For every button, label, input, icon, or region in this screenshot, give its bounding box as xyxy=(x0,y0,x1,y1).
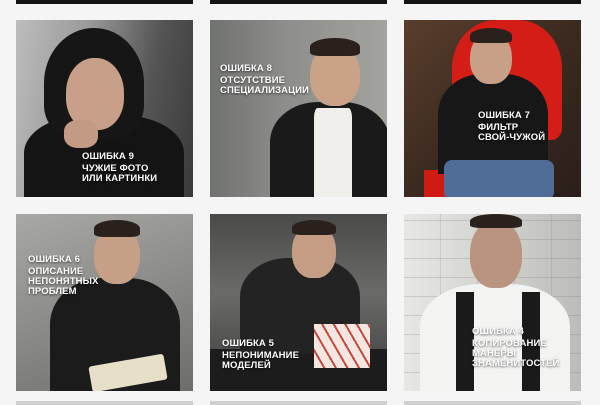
hair xyxy=(292,220,336,235)
next-row-tile-edge xyxy=(16,401,193,405)
caption-line: СПЕЦИАЛИЗАЦИИ xyxy=(220,85,309,96)
face xyxy=(470,220,522,288)
mistake-number: ОШИБКА 8 xyxy=(220,63,272,74)
caption: ОШИБКА 4 КОПИРОВАНИЕ МАНЕРЫ ЗНАМЕНИТОСТЕ… xyxy=(472,326,559,369)
caption: ОШИБКА 9 ЧУЖИЕ ФОТО ИЛИ КАРТИНКИ xyxy=(82,151,157,184)
mistake-number: ОШИБКА 5 xyxy=(222,338,274,349)
post-tile-mistake-7[interactable]: ОШИБКА 7 ФИЛЬТР СВОЙ-ЧУЖОЙ xyxy=(404,20,581,197)
caption-line: ПРОБЛЕМ xyxy=(28,286,77,297)
caption-line: ЗНАМЕНИТОСТЕЙ xyxy=(472,358,560,369)
caption: ОШИБКА 7 ФИЛЬТР СВОЙ-ЧУЖОЙ xyxy=(478,110,545,143)
white-shirt xyxy=(314,108,352,197)
hair xyxy=(470,28,512,43)
hair xyxy=(470,214,522,228)
next-row-tile-edge xyxy=(210,401,387,405)
caption: ОШИБКА 5 НЕПОНИМАНИЕ МОДЕЛЕЙ xyxy=(222,338,299,371)
caption: ОШИБКА 6 ОПИСАНИЕ НЕПОНЯТНЫХ ПРОБЛЕМ xyxy=(28,254,98,297)
caption: ОШИБКА 8 ОТСУТСТВИЕ СПЕЦИАЛИЗАЦИИ xyxy=(220,63,309,96)
jeans xyxy=(444,160,554,197)
previous-row-tile-edge xyxy=(404,0,581,4)
hair xyxy=(94,220,140,237)
previous-row-tile-edge xyxy=(16,0,193,4)
previous-row-tile-edge xyxy=(210,0,387,4)
hair xyxy=(310,38,360,56)
post-tile-mistake-6[interactable]: ОШИБКА 6 ОПИСАНИЕ НЕПОНЯТНЫХ ПРОБЛЕМ xyxy=(16,214,193,391)
photo-grid: ОШИБКА 9 ЧУЖИЕ ФОТО ИЛИ КАРТИНКИ ОШИБКА … xyxy=(0,0,600,405)
mistake-number: ОШИБКА 4 xyxy=(472,326,524,337)
mistake-number: ОШИБКА 6 xyxy=(28,254,80,265)
caption-line: ИЛИ КАРТИНКИ xyxy=(82,173,158,184)
post-tile-mistake-8[interactable]: ОШИБКА 8 ОТСУТСТВИЕ СПЕЦИАЛИЗАЦИИ xyxy=(210,20,387,197)
post-tile-mistake-9[interactable]: ОШИБКА 9 ЧУЖИЕ ФОТО ИЛИ КАРТИНКИ xyxy=(16,20,193,197)
caption-line: МОДЕЛЕЙ xyxy=(222,360,271,371)
caption-line: СВОЙ-ЧУЖОЙ xyxy=(478,132,546,143)
card-house xyxy=(314,324,370,368)
post-tile-mistake-4[interactable]: ОШИБКА 4 КОПИРОВАНИЕ МАНЕРЫ ЗНАМЕНИТОСТЕ… xyxy=(404,214,581,391)
mistake-number: ОШИБКА 7 xyxy=(478,110,530,121)
hand xyxy=(64,120,98,148)
mistake-number: ОШИБКА 9 xyxy=(82,151,134,162)
next-row-tile-edge xyxy=(404,401,581,405)
post-tile-mistake-5[interactable]: ОШИБКА 5 НЕПОНИМАНИЕ МОДЕЛЕЙ xyxy=(210,214,387,391)
